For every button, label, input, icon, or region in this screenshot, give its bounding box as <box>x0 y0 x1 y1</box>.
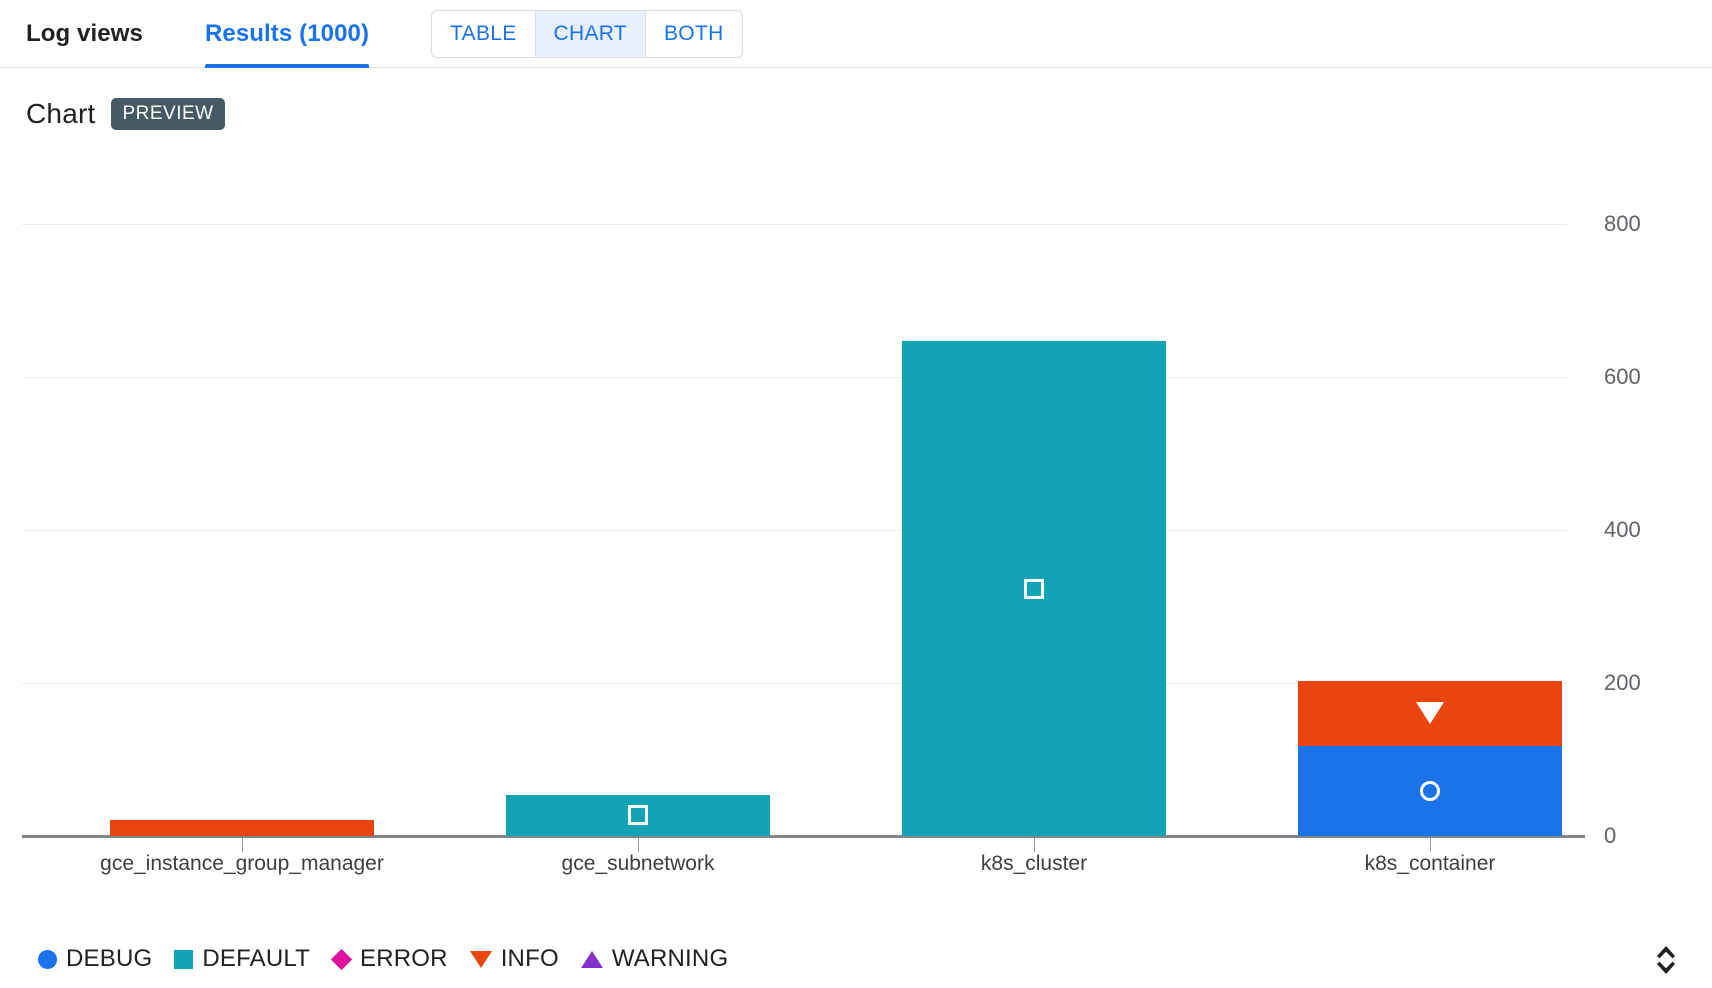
chart-area: 0 200 400 600 800 gce_instance_group_manager g… <box>0 134 1712 876</box>
bar-column[interactable] <box>110 819 374 836</box>
y-axis-tick-label: 400 <box>1604 517 1641 542</box>
series-marker-triangle-down-icon <box>1416 702 1444 725</box>
chart-plot: 0 200 400 600 800 gce_instance_group_manager g… <box>22 134 1712 876</box>
chart-legend: DEBUG DEFAULT ERROR INFO WARNING <box>38 945 728 973</box>
bar-column[interactable] <box>1298 680 1562 836</box>
y-axis-tick-label: 800 <box>1604 211 1641 236</box>
bar-segment-debug[interactable] <box>1298 745 1562 836</box>
x-axis-label: gce_subnetwork <box>561 852 715 875</box>
legend-label: INFO <box>500 945 559 972</box>
y-axis-tick-label: 0 <box>1604 823 1617 848</box>
legend-label: DEBUG <box>66 945 153 972</box>
legend-item-warning[interactable]: WARNING <box>580 945 729 973</box>
bar-segment-default[interactable] <box>902 341 1166 836</box>
series-marker-square-icon <box>628 805 648 826</box>
legend-item-error[interactable]: ERROR <box>330 945 448 973</box>
legend-label: ERROR <box>360 945 448 972</box>
view-mode-both-button[interactable]: BOTH <box>646 10 742 57</box>
chart-header: Chart PREVIEW <box>0 68 1712 134</box>
x-axis-label: k8s_cluster <box>980 852 1088 875</box>
preview-badge: PREVIEW <box>111 98 225 130</box>
bar-column[interactable] <box>902 341 1166 836</box>
legend-label: DEFAULT <box>202 945 311 972</box>
view-mode-table-button[interactable]: TABLE <box>432 10 536 57</box>
legend-swatch-square-icon <box>174 949 194 969</box>
series-marker-circle-icon <box>1420 780 1440 801</box>
x-axis-tick <box>638 838 639 852</box>
gridline <box>22 224 1567 225</box>
x-axis-tick <box>242 838 243 852</box>
legend-swatch-triangle-down-icon <box>469 950 492 968</box>
legend-swatch-triangle-up-icon <box>580 950 603 968</box>
x-axis-label: gce_instance_group_manager <box>100 852 384 875</box>
x-axis-label: k8s_container <box>1364 852 1496 875</box>
bar-segment-info[interactable] <box>1298 680 1562 746</box>
y-axis-tick-label: 600 <box>1604 364 1641 389</box>
series-marker-square-icon <box>1024 578 1044 599</box>
bar-column[interactable] <box>506 794 770 836</box>
bar-segment-info[interactable] <box>110 819 374 836</box>
legend-item-info[interactable]: INFO <box>469 945 559 973</box>
bar-segment-default[interactable] <box>506 794 770 836</box>
x-axis-tick <box>1034 838 1035 852</box>
legend-swatch-diamond-icon <box>330 948 353 970</box>
legend-label: WARNING <box>611 945 729 972</box>
legend-swatch-circle-icon <box>38 949 57 969</box>
x-axis-tick <box>1430 838 1431 852</box>
legend-item-debug[interactable]: DEBUG <box>38 945 152 973</box>
page-title: Chart <box>26 98 96 129</box>
view-tab-bar: Log views Results (1000) TABLE CHART BOTH <box>0 0 1712 68</box>
tab-results[interactable]: Results (1000) <box>204 0 370 68</box>
view-mode-segmented-control: TABLE CHART BOTH <box>431 9 743 58</box>
view-mode-chart-button[interactable]: CHART <box>535 10 646 57</box>
unfold-vertical-icon[interactable] <box>1646 940 1686 980</box>
gridline <box>22 530 1567 531</box>
y-axis-tick-label: 200 <box>1604 670 1641 695</box>
tab-log-views[interactable]: Log views <box>26 0 143 68</box>
gridline <box>22 377 1567 378</box>
legend-item-default[interactable]: DEFAULT <box>174 945 310 973</box>
